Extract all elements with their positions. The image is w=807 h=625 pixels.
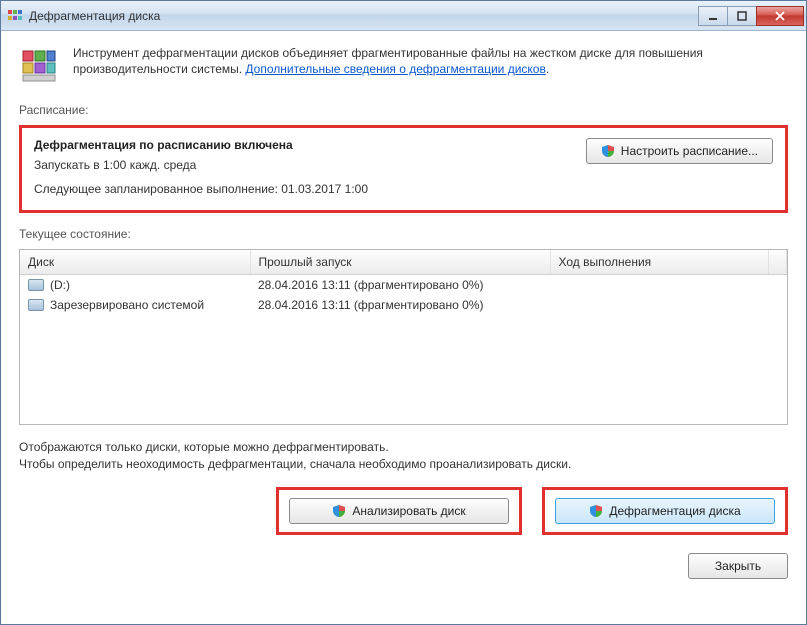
table-header-row: Диск Прошлый запуск Ход выполнения (20, 250, 787, 275)
table-row[interactable]: (D:) 28.04.2016 13:11 (фрагментировано 0… (20, 275, 787, 296)
analyze-label: Анализировать диск (352, 504, 465, 518)
schedule-box: Дефрагментация по расписанию включена За… (19, 125, 788, 213)
intro-text-suffix: . (546, 62, 549, 76)
col-last-run[interactable]: Прошлый запуск (250, 250, 550, 275)
footer-line-2: Чтобы определить неоходимость дефрагмент… (19, 456, 788, 473)
analyze-highlight: Анализировать диск (276, 487, 522, 535)
status-section-label: Текущее состояние: (19, 227, 788, 241)
col-progress[interactable]: Ход выполнения (550, 250, 769, 275)
close-window-button[interactable] (756, 6, 804, 26)
col-disk[interactable]: Диск (20, 250, 250, 275)
disk-progress (550, 275, 769, 296)
disk-last-run: 28.04.2016 13:11 (фрагментировано 0%) (250, 275, 550, 296)
schedule-status-title: Дефрагментация по расписанию включена (34, 138, 574, 152)
footer-note: Отображаются только диски, которые можно… (19, 439, 788, 473)
disk-progress (550, 295, 769, 315)
defrag-highlight: Дефрагментация диска (542, 487, 788, 535)
shield-icon (601, 144, 615, 158)
defrag-disk-button[interactable]: Дефрагментация диска (555, 498, 775, 524)
intro-block: Инструмент дефрагментации дисков объедин… (19, 45, 788, 85)
close-label: Закрыть (715, 559, 761, 573)
disk-table[interactable]: Диск Прошлый запуск Ход выполнения (D:) … (19, 249, 788, 425)
disk-name: (D:) (50, 278, 70, 292)
defrag-window: Дефрагментация диска (0, 0, 807, 625)
disk-icon (28, 279, 44, 291)
defrag-label: Дефрагментация диска (609, 504, 740, 518)
learn-more-link[interactable]: Дополнительные сведения о дефрагментации… (245, 62, 545, 76)
schedule-next-run: Следующее запланированное выполнение: 01… (34, 182, 574, 196)
intro-text: Инструмент дефрагментации дисков объедин… (73, 45, 788, 85)
titlebar[interactable]: Дефрагментация диска (1, 1, 806, 31)
analyze-disk-button[interactable]: Анализировать диск (289, 498, 509, 524)
disk-icon (28, 299, 44, 311)
disk-last-run: 28.04.2016 13:11 (фрагментировано 0%) (250, 295, 550, 315)
action-buttons-row: Анализировать диск Дефрагментация диска (19, 487, 788, 535)
footer-line-1: Отображаются только диски, которые можно… (19, 439, 788, 456)
minimize-button[interactable] (698, 6, 728, 26)
configure-schedule-button[interactable]: Настроить расписание... (586, 138, 773, 164)
schedule-section-label: Расписание: (19, 103, 788, 117)
defrag-icon (19, 45, 59, 85)
shield-icon (332, 504, 346, 518)
configure-schedule-label: Настроить расписание... (621, 144, 758, 158)
window-controls (699, 6, 804, 26)
close-button[interactable]: Закрыть (688, 553, 788, 579)
shield-icon (589, 504, 603, 518)
disk-name: Зарезервировано системой (50, 298, 204, 312)
schedule-run-at: Запускать в 1:00 кажд. среда (34, 158, 574, 172)
table-row[interactable]: Зарезервировано системой 28.04.2016 13:1… (20, 295, 787, 315)
schedule-info: Дефрагментация по расписанию включена За… (34, 138, 574, 196)
app-icon (7, 8, 23, 24)
close-row: Закрыть (19, 553, 788, 579)
content-area: Инструмент дефрагментации дисков объедин… (1, 31, 806, 624)
window-title: Дефрагментация диска (29, 9, 699, 23)
col-spacer (769, 250, 787, 275)
maximize-button[interactable] (727, 6, 757, 26)
